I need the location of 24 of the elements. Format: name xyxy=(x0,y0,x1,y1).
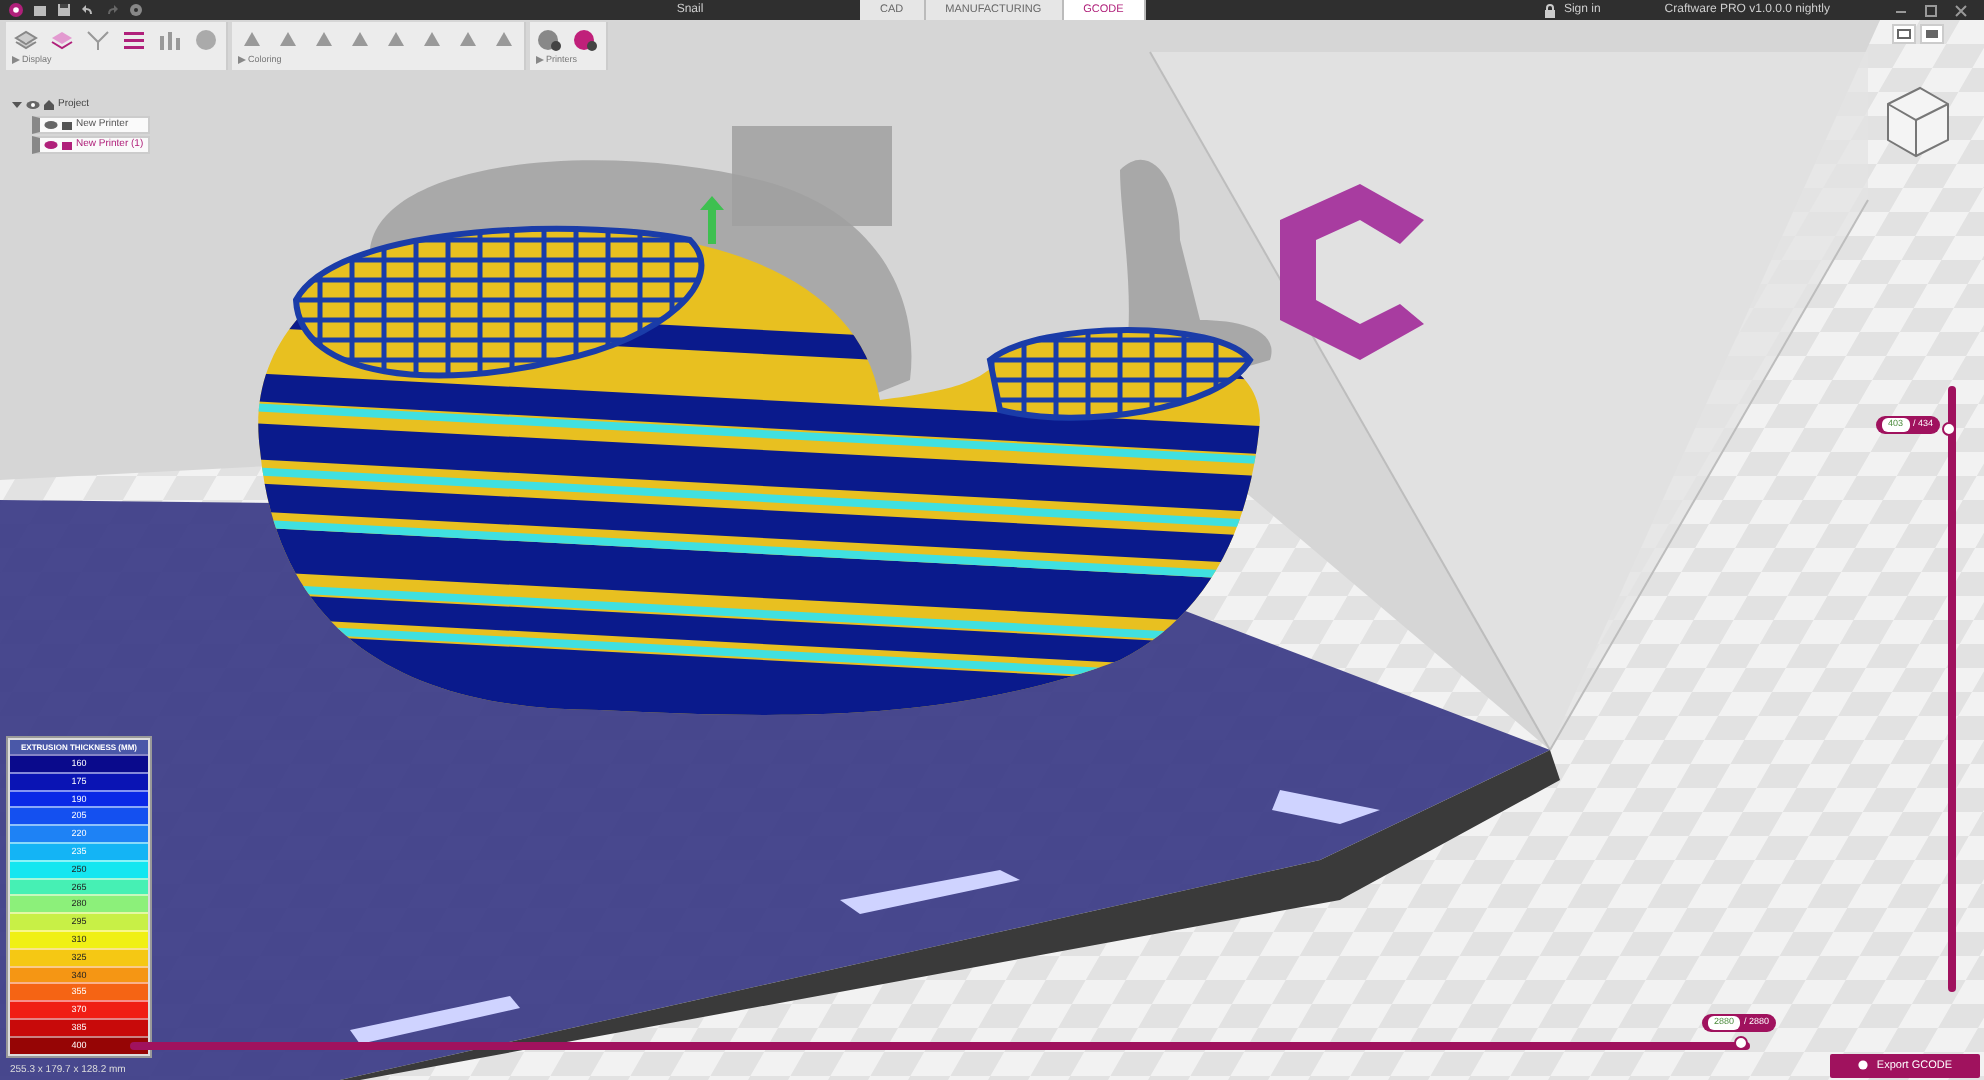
save-icon[interactable] xyxy=(56,2,72,18)
caret-icon[interactable] xyxy=(238,56,246,65)
home-icon xyxy=(44,100,54,110)
caret-icon[interactable] xyxy=(12,100,22,110)
lock-icon xyxy=(1543,3,1556,17)
step-slider-track[interactable] xyxy=(130,1042,1750,1050)
list-icon[interactable] xyxy=(120,26,148,54)
maximize-icon[interactable] xyxy=(1924,3,1938,17)
slider-thumb[interactable] xyxy=(1734,1036,1748,1050)
app-logo-icon xyxy=(8,2,24,18)
bar-chart-icon[interactable] xyxy=(156,26,184,54)
undo-icon[interactable] xyxy=(80,2,96,18)
camera-view-button[interactable] xyxy=(1920,24,1944,44)
slider-thumb[interactable] xyxy=(1942,422,1956,436)
caret-icon[interactable] xyxy=(536,56,544,65)
layers-icon[interactable] xyxy=(48,26,76,54)
layer-slider-track[interactable] xyxy=(1948,386,1956,992)
redo-icon[interactable] xyxy=(104,2,120,18)
settings-icon[interactable] xyxy=(128,2,144,18)
camera-view-button[interactable] xyxy=(1892,24,1916,44)
caret-icon[interactable] xyxy=(12,56,20,65)
eye-icon[interactable] xyxy=(26,100,40,110)
close-icon[interactable] xyxy=(1954,3,1968,17)
export-icon xyxy=(1858,1060,1869,1071)
